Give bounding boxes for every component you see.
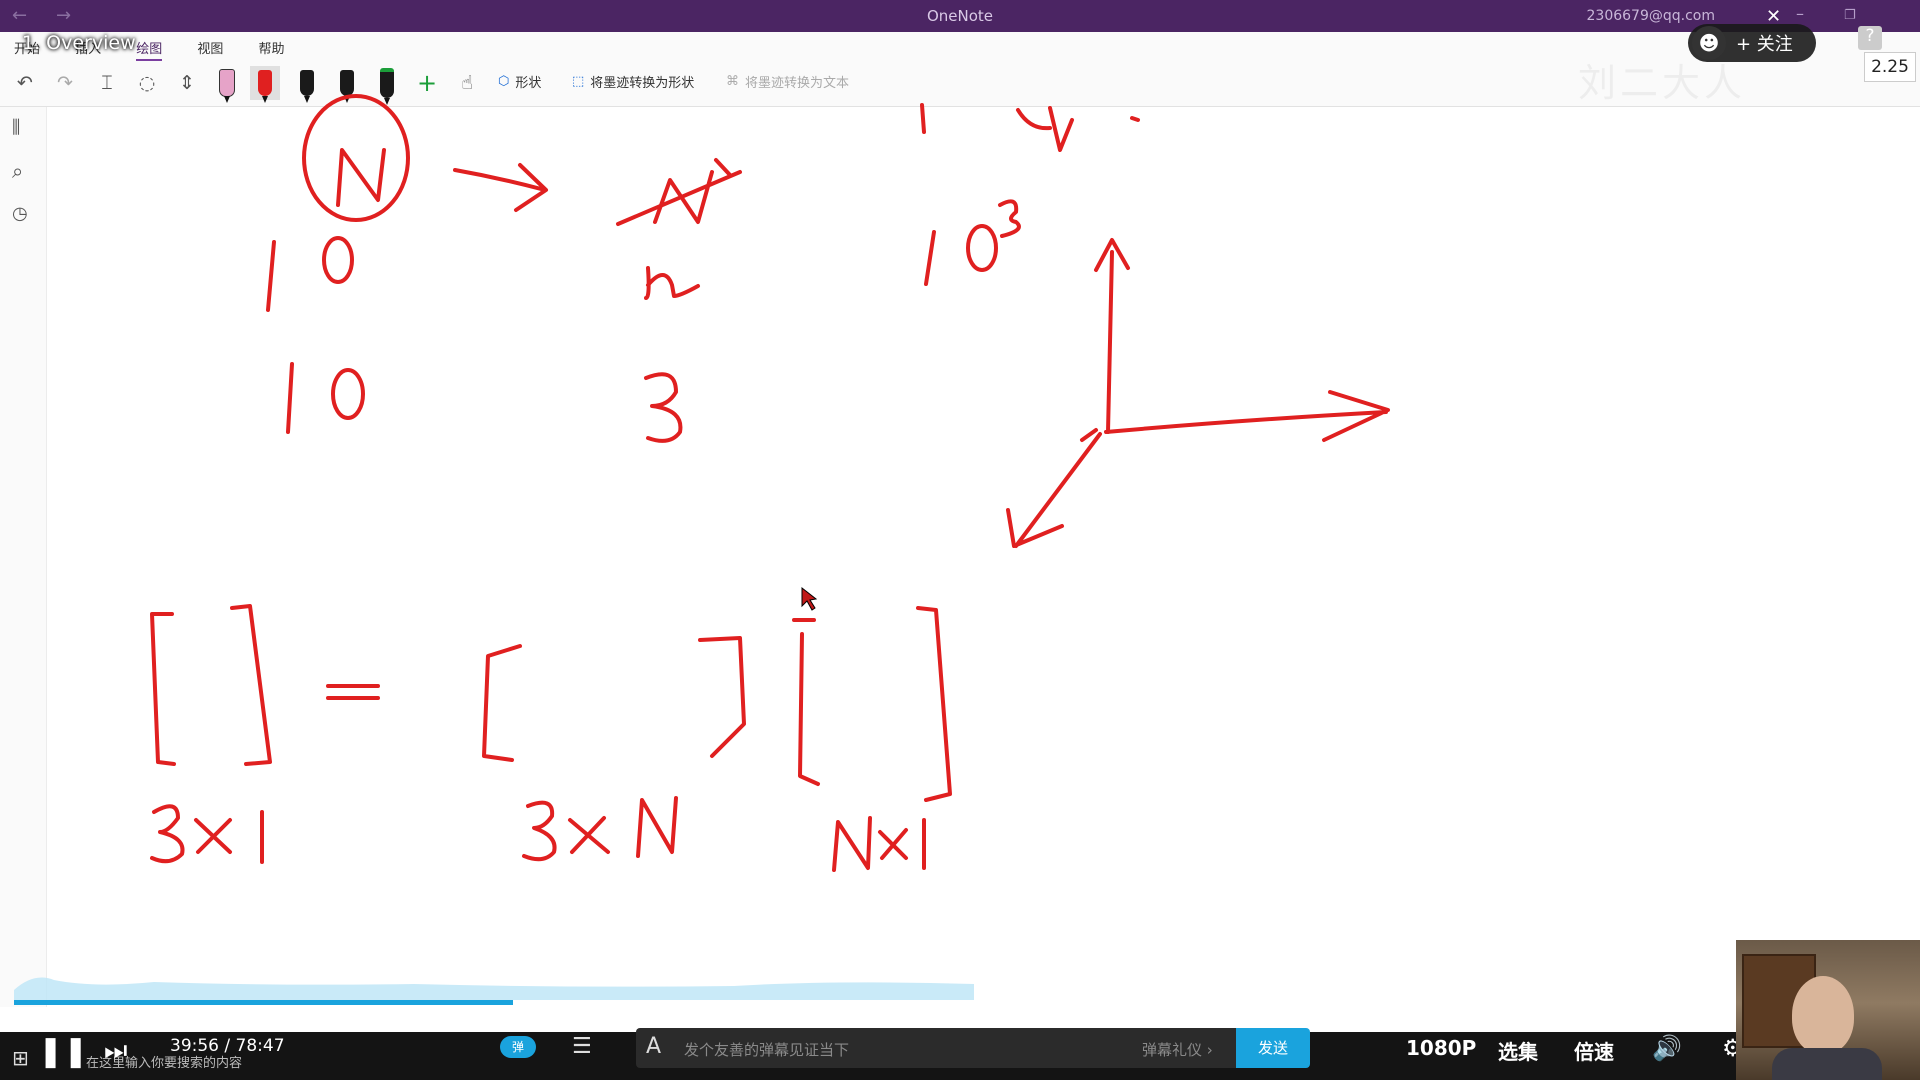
danmaku-settings-icon[interactable]: ☰ xyxy=(572,1034,592,1059)
danmaku-toggle[interactable]: 弹 xyxy=(500,1036,536,1058)
send-button[interactable]: 发送 xyxy=(1236,1028,1310,1068)
ink-arrow-right xyxy=(453,163,548,212)
ink-label-3x1-x xyxy=(194,818,232,854)
webcam-overlay xyxy=(1736,940,1920,1080)
ink-axis-right xyxy=(1104,390,1390,442)
ink-bracket-right-1 xyxy=(230,604,272,766)
ink-bracket-right-2 xyxy=(698,636,746,758)
volume-icon[interactable]: 🔊 xyxy=(1652,1034,1682,1062)
ink-label-3xN-three xyxy=(522,800,557,862)
total-time: 78:47 xyxy=(235,1036,285,1056)
ink-one-cubed xyxy=(924,230,936,286)
progress-bar[interactable] xyxy=(14,1000,998,1005)
episodes-button[interactable]: 选集 xyxy=(1498,1036,1538,1065)
ink-bracket-left-3 xyxy=(792,618,820,786)
current-time: 39:56 xyxy=(170,1036,219,1056)
ink-bracket-right-3 xyxy=(916,606,952,802)
ink-label-3x1-three xyxy=(150,804,185,864)
ink-zero-row2 xyxy=(331,368,365,420)
danmaku-etiquette-link[interactable]: 弹幕礼仪 › xyxy=(1142,1039,1213,1060)
ink-one-row1 xyxy=(266,240,276,312)
ink-label-Nx1-N xyxy=(832,816,872,872)
ink-top-stroke-2 xyxy=(1016,106,1074,152)
ink-equals xyxy=(326,684,380,700)
ink-axis-tick xyxy=(1080,428,1098,442)
speed-button[interactable]: 倍速 xyxy=(1574,1036,1614,1065)
time-separator: / xyxy=(224,1036,236,1056)
ink-axis-up xyxy=(1094,238,1130,434)
ink-one-row2 xyxy=(286,362,294,434)
ink-N-in-circle xyxy=(336,148,386,207)
ink-label-3xN-x xyxy=(568,816,610,854)
ink-top-stroke-1 xyxy=(920,103,926,134)
ink-exponent-3 xyxy=(998,199,1021,238)
ink-n xyxy=(644,266,700,300)
progress-fill xyxy=(14,1000,513,1005)
pause-icon[interactable]: ❚❚ xyxy=(38,1034,88,1069)
quality-button[interactable]: 1080P xyxy=(1406,1036,1476,1060)
ink-top-stroke-3 xyxy=(1130,116,1140,122)
ink-zero-cubed xyxy=(966,224,998,272)
ink-bracket-left-1 xyxy=(150,612,176,766)
ink-three xyxy=(644,372,683,443)
ink-canvas[interactable] xyxy=(0,0,1920,1080)
danmaku-placeholder: 发个友善的弹幕见证当下 xyxy=(684,1041,850,1059)
danmaku-style-icon[interactable]: A xyxy=(646,1034,661,1059)
ink-axis-diagonal xyxy=(1006,432,1102,548)
heat-waveform xyxy=(14,977,974,1000)
ink-zero-row1 xyxy=(322,236,354,284)
start-icon[interactable]: ⊞ xyxy=(12,1046,29,1070)
ink-label-Nx1-x xyxy=(878,828,908,860)
time-display: 39:56 / 78:47 xyxy=(170,1036,285,1056)
presenter-face xyxy=(1792,976,1854,1054)
presenter-body xyxy=(1772,1048,1882,1080)
mouse-cursor-icon xyxy=(801,586,818,611)
ink-bracket-left-2 xyxy=(482,644,522,762)
ink-circle xyxy=(302,94,410,222)
ink-label-3xN-N xyxy=(636,796,678,858)
next-icon[interactable]: ⏭ xyxy=(104,1036,127,1067)
